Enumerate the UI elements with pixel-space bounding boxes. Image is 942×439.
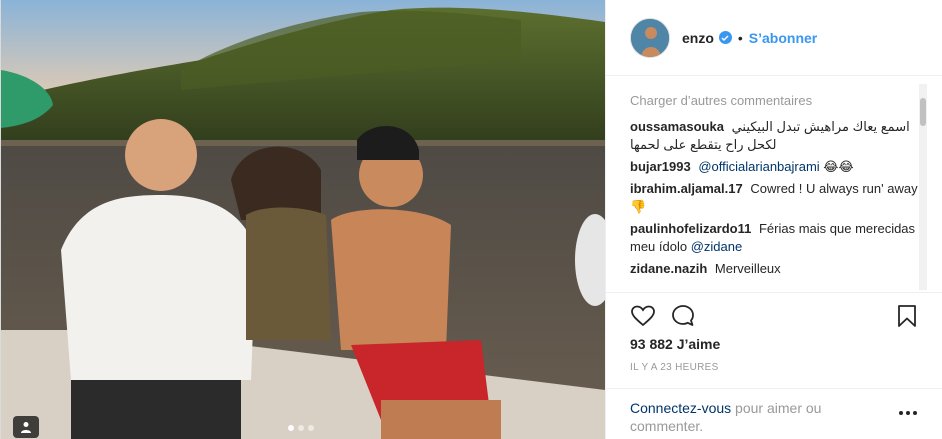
comment-bubble-icon [672, 305, 694, 326]
instagram-post: enzo • S’abonner Charger d’autres commen… [0, 0, 942, 439]
save-button[interactable] [894, 303, 920, 329]
carousel-dot[interactable] [308, 425, 314, 431]
post-header: enzo • S’abonner [606, 0, 942, 76]
verified-badge-icon [718, 31, 732, 44]
likes-count[interactable]: 93 882 J’aime [630, 336, 720, 352]
post-footer: Connectez-vous pour aimer ou commenter. [606, 388, 942, 439]
comment-username[interactable]: zidane.nazih [630, 261, 707, 276]
comment-text: Merveilleux [714, 261, 781, 276]
comment-username[interactable]: bujar1993 [630, 159, 691, 174]
photo-illustration [1, 0, 605, 439]
comment-text: 😂😂 [823, 159, 854, 174]
comment: oussamasouka اسمع يعاك مراهيش تبدل البيك… [630, 118, 922, 154]
comment: bujar1993 @officialarianbajrami 😂😂 [630, 158, 922, 176]
comment: zidane.nazih Merveilleux [630, 260, 922, 278]
comment-username[interactable]: paulinhofelizardo11 [630, 221, 751, 236]
post-actions [606, 292, 942, 338]
login-link[interactable]: Connectez-vous [630, 400, 731, 416]
avatar-image [631, 18, 669, 57]
post-timestamp[interactable]: IL Y A 23 HEURES [630, 362, 719, 373]
comments-scrollbar[interactable] [919, 84, 927, 290]
post-username[interactable]: enzo [682, 30, 714, 46]
avatar[interactable] [630, 17, 670, 58]
comment-mention[interactable]: @officialarianbajrami [698, 159, 819, 174]
more-options-icon[interactable] [896, 405, 920, 421]
login-prompt: Connectez-vous pour aimer ou commenter. [630, 399, 880, 435]
heart-icon [631, 305, 655, 327]
comments-list: Charger d’autres commentaires oussamasou… [630, 92, 922, 288]
comment-username[interactable]: oussamasouka [630, 119, 724, 134]
comment-mention[interactable]: @zidane [691, 239, 743, 254]
carousel-indicator [288, 425, 314, 431]
header-separator: • [737, 29, 743, 46]
comment-username[interactable]: ibrahim.aljamal.17 [630, 181, 743, 196]
tag-people-button[interactable] [13, 416, 39, 438]
post-side-panel: enzo • S’abonner Charger d’autres commen… [605, 0, 942, 439]
comment: paulinhofelizardo11 Férias mais que mere… [630, 220, 922, 256]
person-tag-icon [21, 422, 31, 433]
carousel-dot[interactable] [288, 425, 294, 431]
like-button[interactable] [630, 303, 656, 329]
bookmark-icon [898, 305, 916, 327]
scrollbar-thumb[interactable] [920, 98, 926, 126]
carousel-dot[interactable] [298, 425, 304, 431]
comment-button[interactable] [670, 303, 696, 329]
comment: ibrahim.aljamal.17 Cowred ! U always run… [630, 180, 922, 216]
post-photo[interactable] [1, 0, 605, 439]
follow-button[interactable]: S’abonner [749, 30, 817, 46]
load-more-comments-button[interactable]: Charger d’autres commentaires [630, 92, 922, 110]
